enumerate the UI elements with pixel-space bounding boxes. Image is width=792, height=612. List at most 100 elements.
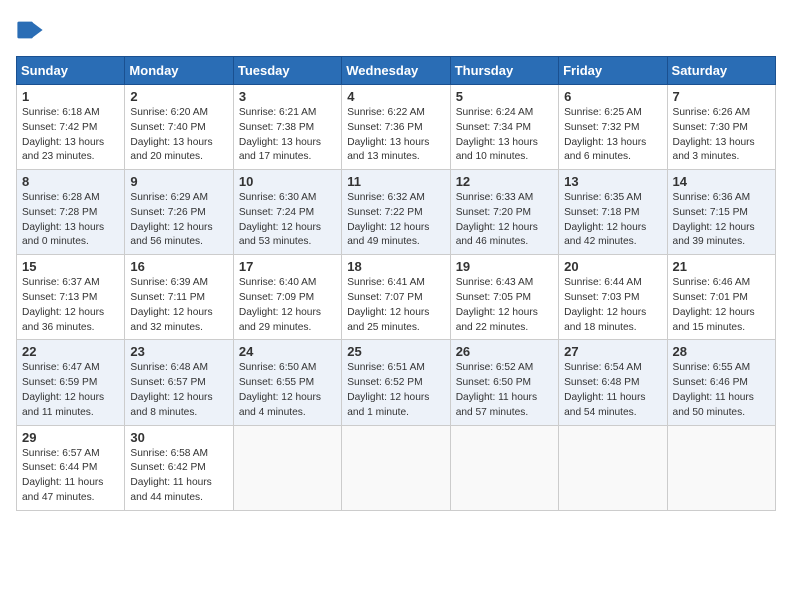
- calendar-cell: 16 Sunrise: 6:39 AMSunset: 7:11 PMDaylig…: [125, 255, 233, 340]
- calendar-cell: 22 Sunrise: 6:47 AMSunset: 6:59 PMDaylig…: [17, 340, 125, 425]
- calendar-cell: 17 Sunrise: 6:40 AMSunset: 7:09 PMDaylig…: [233, 255, 341, 340]
- calendar-cell: 20 Sunrise: 6:44 AMSunset: 7:03 PMDaylig…: [559, 255, 667, 340]
- day-number: 24: [239, 344, 336, 359]
- calendar-cell: 2 Sunrise: 6:20 AMSunset: 7:40 PMDayligh…: [125, 85, 233, 170]
- day-number: 18: [347, 259, 444, 274]
- calendar-day-header: Monday: [125, 57, 233, 85]
- day-info: Sunrise: 6:37 AMSunset: 7:13 PMDaylight:…: [22, 276, 119, 335]
- calendar-cell: 1 Sunrise: 6:18 AMSunset: 7:42 PMDayligh…: [17, 85, 125, 170]
- calendar-week-row: 8 Sunrise: 6:28 AMSunset: 7:28 PMDayligh…: [17, 170, 776, 255]
- day-number: 21: [673, 259, 770, 274]
- day-info: Sunrise: 6:33 AMSunset: 7:20 PMDaylight:…: [456, 191, 553, 250]
- calendar-day-header: Friday: [559, 57, 667, 85]
- calendar-week-row: 15 Sunrise: 6:37 AMSunset: 7:13 PMDaylig…: [17, 255, 776, 340]
- calendar-cell: 10 Sunrise: 6:30 AMSunset: 7:24 PMDaylig…: [233, 170, 341, 255]
- day-number: 15: [22, 259, 119, 274]
- day-number: 25: [347, 344, 444, 359]
- day-info: Sunrise: 6:20 AMSunset: 7:40 PMDaylight:…: [130, 106, 227, 165]
- day-number: 3: [239, 89, 336, 104]
- day-number: 5: [456, 89, 553, 104]
- calendar-cell: 6 Sunrise: 6:25 AMSunset: 7:32 PMDayligh…: [559, 85, 667, 170]
- calendar-cell: [233, 425, 341, 510]
- day-number: 27: [564, 344, 661, 359]
- calendar-table: SundayMondayTuesdayWednesdayThursdayFrid…: [16, 56, 776, 511]
- day-number: 4: [347, 89, 444, 104]
- day-number: 28: [673, 344, 770, 359]
- calendar-day-header: Thursday: [450, 57, 558, 85]
- day-info: Sunrise: 6:43 AMSunset: 7:05 PMDaylight:…: [456, 276, 553, 335]
- calendar-cell: 27 Sunrise: 6:54 AMSunset: 6:48 PMDaylig…: [559, 340, 667, 425]
- calendar-cell: 11 Sunrise: 6:32 AMSunset: 7:22 PMDaylig…: [342, 170, 450, 255]
- calendar-cell: 12 Sunrise: 6:33 AMSunset: 7:20 PMDaylig…: [450, 170, 558, 255]
- calendar-cell: 8 Sunrise: 6:28 AMSunset: 7:28 PMDayligh…: [17, 170, 125, 255]
- day-info: Sunrise: 6:54 AMSunset: 6:48 PMDaylight:…: [564, 361, 661, 420]
- day-number: 30: [130, 430, 227, 445]
- calendar-day-header: Saturday: [667, 57, 775, 85]
- day-number: 9: [130, 174, 227, 189]
- day-info: Sunrise: 6:40 AMSunset: 7:09 PMDaylight:…: [239, 276, 336, 335]
- day-info: Sunrise: 6:21 AMSunset: 7:38 PMDaylight:…: [239, 106, 336, 165]
- day-number: 8: [22, 174, 119, 189]
- day-info: Sunrise: 6:22 AMSunset: 7:36 PMDaylight:…: [347, 106, 444, 165]
- calendar-cell: 21 Sunrise: 6:46 AMSunset: 7:01 PMDaylig…: [667, 255, 775, 340]
- calendar-cell: 25 Sunrise: 6:51 AMSunset: 6:52 PMDaylig…: [342, 340, 450, 425]
- day-number: 13: [564, 174, 661, 189]
- day-info: Sunrise: 6:30 AMSunset: 7:24 PMDaylight:…: [239, 191, 336, 250]
- calendar-cell: 28 Sunrise: 6:55 AMSunset: 6:46 PMDaylig…: [667, 340, 775, 425]
- day-info: Sunrise: 6:41 AMSunset: 7:07 PMDaylight:…: [347, 276, 444, 335]
- calendar-cell: 9 Sunrise: 6:29 AMSunset: 7:26 PMDayligh…: [125, 170, 233, 255]
- calendar-cell: 23 Sunrise: 6:48 AMSunset: 6:57 PMDaylig…: [125, 340, 233, 425]
- day-number: 26: [456, 344, 553, 359]
- day-info: Sunrise: 6:24 AMSunset: 7:34 PMDaylight:…: [456, 106, 553, 165]
- calendar-cell: 13 Sunrise: 6:35 AMSunset: 7:18 PMDaylig…: [559, 170, 667, 255]
- day-info: Sunrise: 6:39 AMSunset: 7:11 PMDaylight:…: [130, 276, 227, 335]
- calendar-cell: [342, 425, 450, 510]
- day-number: 17: [239, 259, 336, 274]
- day-info: Sunrise: 6:48 AMSunset: 6:57 PMDaylight:…: [130, 361, 227, 420]
- calendar-cell: 15 Sunrise: 6:37 AMSunset: 7:13 PMDaylig…: [17, 255, 125, 340]
- day-number: 20: [564, 259, 661, 274]
- day-info: Sunrise: 6:29 AMSunset: 7:26 PMDaylight:…: [130, 191, 227, 250]
- calendar-cell: 14 Sunrise: 6:36 AMSunset: 7:15 PMDaylig…: [667, 170, 775, 255]
- calendar-header-row: SundayMondayTuesdayWednesdayThursdayFrid…: [17, 57, 776, 85]
- calendar-cell: 4 Sunrise: 6:22 AMSunset: 7:36 PMDayligh…: [342, 85, 450, 170]
- day-info: Sunrise: 6:52 AMSunset: 6:50 PMDaylight:…: [456, 361, 553, 420]
- day-number: 16: [130, 259, 227, 274]
- day-info: Sunrise: 6:51 AMSunset: 6:52 PMDaylight:…: [347, 361, 444, 420]
- day-info: Sunrise: 6:25 AMSunset: 7:32 PMDaylight:…: [564, 106, 661, 165]
- calendar-cell: 18 Sunrise: 6:41 AMSunset: 7:07 PMDaylig…: [342, 255, 450, 340]
- page-header: [16, 16, 776, 44]
- day-info: Sunrise: 6:26 AMSunset: 7:30 PMDaylight:…: [673, 106, 770, 165]
- calendar-cell: 24 Sunrise: 6:50 AMSunset: 6:55 PMDaylig…: [233, 340, 341, 425]
- calendar-cell: 26 Sunrise: 6:52 AMSunset: 6:50 PMDaylig…: [450, 340, 558, 425]
- day-info: Sunrise: 6:58 AMSunset: 6:42 PMDaylight:…: [130, 447, 227, 506]
- day-info: Sunrise: 6:32 AMSunset: 7:22 PMDaylight:…: [347, 191, 444, 250]
- day-number: 2: [130, 89, 227, 104]
- calendar-day-header: Sunday: [17, 57, 125, 85]
- day-info: Sunrise: 6:57 AMSunset: 6:44 PMDaylight:…: [22, 447, 119, 506]
- calendar-cell: [450, 425, 558, 510]
- day-number: 19: [456, 259, 553, 274]
- day-number: 6: [564, 89, 661, 104]
- logo: [16, 16, 48, 44]
- calendar-cell: 5 Sunrise: 6:24 AMSunset: 7:34 PMDayligh…: [450, 85, 558, 170]
- day-info: Sunrise: 6:18 AMSunset: 7:42 PMDaylight:…: [22, 106, 119, 165]
- calendar-cell: 7 Sunrise: 6:26 AMSunset: 7:30 PMDayligh…: [667, 85, 775, 170]
- day-number: 10: [239, 174, 336, 189]
- day-number: 1: [22, 89, 119, 104]
- day-number: 14: [673, 174, 770, 189]
- day-info: Sunrise: 6:36 AMSunset: 7:15 PMDaylight:…: [673, 191, 770, 250]
- day-info: Sunrise: 6:35 AMSunset: 7:18 PMDaylight:…: [564, 191, 661, 250]
- calendar-day-header: Tuesday: [233, 57, 341, 85]
- day-info: Sunrise: 6:28 AMSunset: 7:28 PMDaylight:…: [22, 191, 119, 250]
- day-number: 7: [673, 89, 770, 104]
- calendar-cell: 19 Sunrise: 6:43 AMSunset: 7:05 PMDaylig…: [450, 255, 558, 340]
- calendar-week-row: 22 Sunrise: 6:47 AMSunset: 6:59 PMDaylig…: [17, 340, 776, 425]
- day-number: 12: [456, 174, 553, 189]
- calendar-cell: 30 Sunrise: 6:58 AMSunset: 6:42 PMDaylig…: [125, 425, 233, 510]
- day-info: Sunrise: 6:44 AMSunset: 7:03 PMDaylight:…: [564, 276, 661, 335]
- calendar-week-row: 29 Sunrise: 6:57 AMSunset: 6:44 PMDaylig…: [17, 425, 776, 510]
- day-info: Sunrise: 6:50 AMSunset: 6:55 PMDaylight:…: [239, 361, 336, 420]
- logo-icon: [16, 16, 44, 44]
- calendar-week-row: 1 Sunrise: 6:18 AMSunset: 7:42 PMDayligh…: [17, 85, 776, 170]
